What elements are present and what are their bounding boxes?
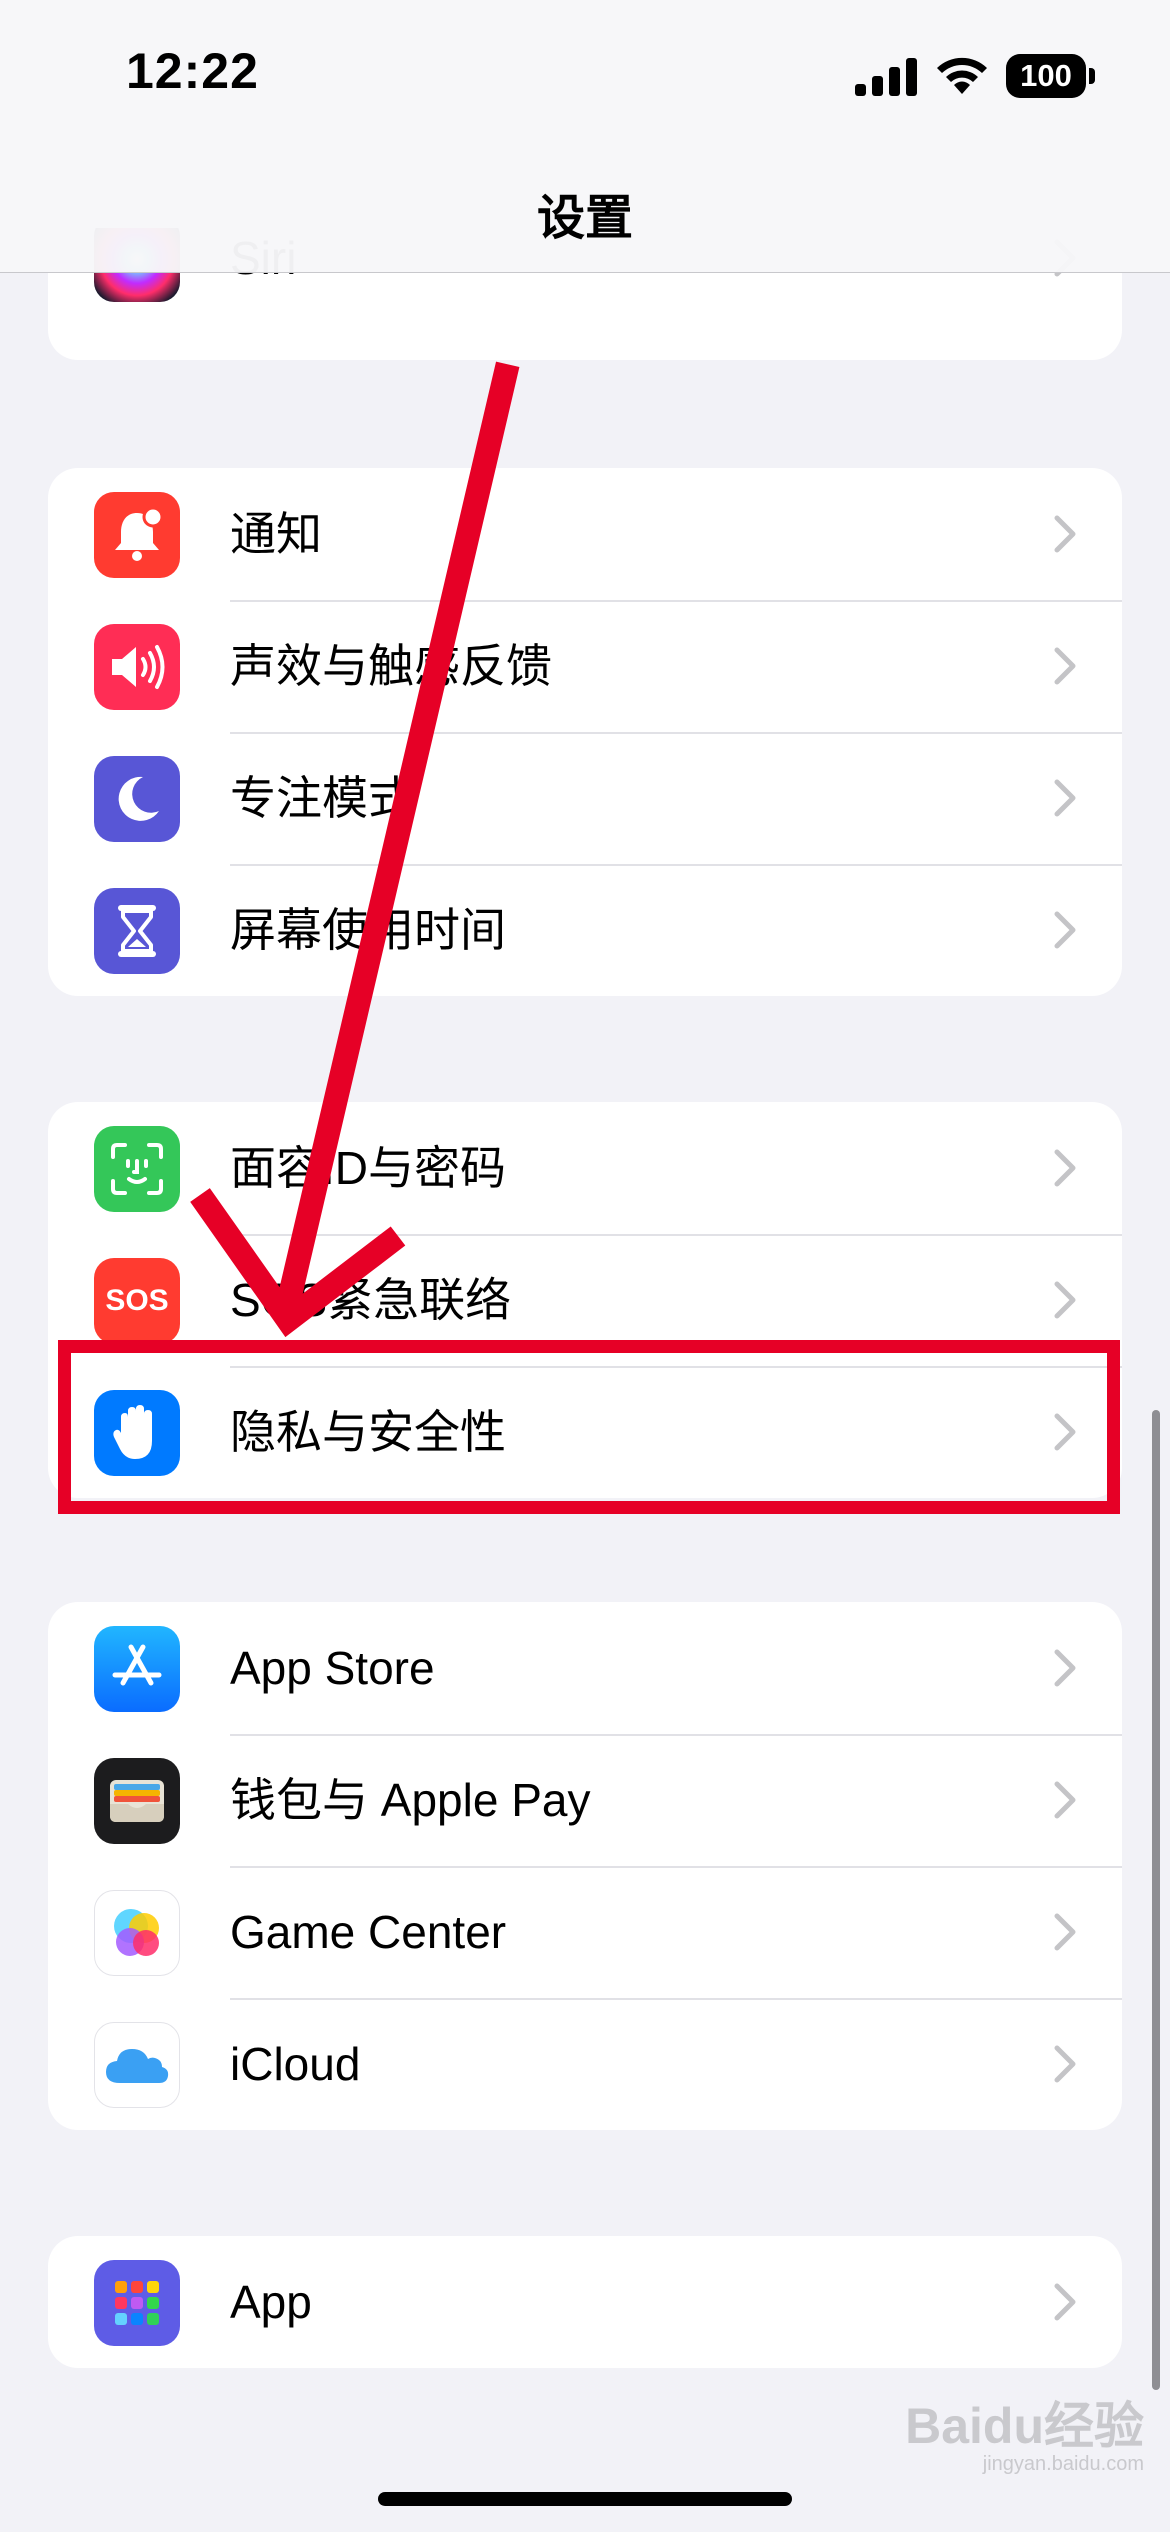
settings-row-screen-time[interactable]: 屏幕使用时间: [48, 864, 1122, 996]
chevron-right-icon: [1054, 1281, 1076, 1319]
settings-row-label: 面容ID与密码: [230, 1142, 506, 1194]
settings-group-apps: App: [48, 2236, 1122, 2368]
settings-row-label: 专注模式: [230, 772, 414, 824]
bell-icon: [94, 492, 180, 578]
hourglass-icon: [94, 888, 180, 974]
wallet-icon: [94, 1758, 180, 1844]
battery-level: 100: [1020, 58, 1072, 93]
sos-icon-text: SOS: [105, 1284, 169, 1317]
chevron-right-icon: [1054, 2045, 1076, 2083]
settings-row-label: 通知: [230, 508, 322, 560]
chevron-right-icon: [1054, 779, 1076, 817]
speaker-icon: [94, 624, 180, 710]
settings-row-label: App Store: [230, 1642, 435, 1694]
battery-icon: 100: [1006, 54, 1086, 98]
settings-row-label: Game Center: [230, 1906, 507, 1958]
status-bar: 12:22 100: [0, 0, 1170, 150]
settings-row-focus[interactable]: 专注模式: [48, 732, 1122, 864]
settings-row-label: 钱包与 Apple Pay: [230, 1774, 591, 1826]
sos-icon: SOS: [94, 1258, 180, 1344]
chevron-right-icon: [1054, 647, 1076, 685]
chevron-right-icon: [1054, 515, 1076, 553]
page-title: 设置: [536, 192, 633, 245]
watermark-text: Baidu经验: [905, 2398, 1144, 2454]
settings-row-label: 屏幕使用时间: [230, 904, 506, 956]
scrollbar[interactable]: [1152, 1410, 1160, 2390]
cellular-signal-icon: [855, 58, 917, 96]
chevron-right-icon: [1054, 1781, 1076, 1819]
chevron-right-icon: [1054, 2283, 1076, 2321]
settings-row-face-id[interactable]: 面容ID与密码: [48, 1102, 1122, 1234]
settings-row-wallet[interactable]: 钱包与 Apple Pay: [48, 1734, 1122, 1866]
settings-group-services: App Store 钱包与 Apple Pay Game Center iClo…: [48, 1602, 1122, 2130]
game-center-icon: [94, 1890, 180, 1976]
settings-row-icloud[interactable]: iCloud: [48, 1998, 1122, 2130]
settings-group-notifications: 通知 声效与触感反馈 专注模式 屏幕使用时间: [48, 468, 1122, 996]
home-indicator[interactable]: [378, 2492, 792, 2506]
settings-row-apps[interactable]: App: [48, 2236, 1122, 2368]
status-time: 12:22: [126, 43, 259, 99]
chevron-right-icon: [1054, 1649, 1076, 1687]
annotation-highlight-box: [58, 1340, 1120, 1514]
settings-row-label: iCloud: [230, 2038, 361, 2090]
chevron-right-icon: [1054, 1913, 1076, 1951]
settings-row-label: App: [230, 2276, 312, 2328]
chevron-right-icon: [1054, 1149, 1076, 1187]
moon-icon: [94, 756, 180, 842]
chevron-right-icon: [1054, 911, 1076, 949]
watermark: Baidu经验 jingyan.baidu.com: [905, 2400, 1144, 2476]
face-id-icon: [94, 1126, 180, 1212]
icloud-icon: [94, 2022, 180, 2108]
settings-row-notifications[interactable]: 通知: [48, 468, 1122, 600]
watermark-subtext: jingyan.baidu.com: [982, 2453, 1144, 2475]
settings-row-app-store[interactable]: App Store: [48, 1602, 1122, 1734]
settings-row-sounds-haptics[interactable]: 声效与触感反馈: [48, 600, 1122, 732]
settings-row-game-center[interactable]: Game Center: [48, 1866, 1122, 1998]
battery-cap: [1089, 68, 1095, 84]
apps-grid-icon: [94, 2260, 180, 2346]
wifi-icon: [937, 57, 987, 94]
settings-row-label: 声效与触感反馈: [230, 640, 552, 692]
app-store-icon: [94, 1626, 180, 1712]
